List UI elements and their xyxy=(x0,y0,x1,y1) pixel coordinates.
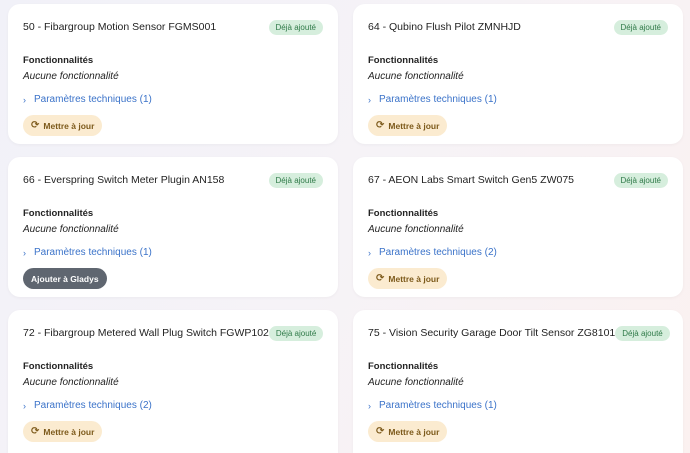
technical-params-label: Paramètres techniques (1) xyxy=(34,247,152,258)
chevron-right-icon: › xyxy=(368,94,371,105)
device-title: 75 - Vision Security Garage Door Tilt Se… xyxy=(368,327,616,339)
technical-params-label: Paramètres techniques (2) xyxy=(379,247,497,258)
add-to-gladys-button[interactable]: Ajouter à Gladys xyxy=(23,268,107,289)
refresh-icon: ⟳ xyxy=(31,119,40,131)
chevron-right-icon: › xyxy=(368,400,371,411)
status-badge: Déjà ajouté xyxy=(268,19,323,35)
chevron-right-icon: › xyxy=(23,400,26,411)
refresh-icon: ⟳ xyxy=(376,272,385,284)
features-label: Fonctionnalités xyxy=(368,208,439,219)
update-button[interactable]: ⟳ Mettre à jour xyxy=(368,268,448,289)
refresh-icon: ⟳ xyxy=(376,119,385,131)
technical-params-label: Paramètres techniques (1) xyxy=(34,94,152,105)
device-card: 72 - Fibargroup Metered Wall Plug Switch… xyxy=(8,310,338,453)
chevron-right-icon: › xyxy=(23,94,26,105)
technical-params-toggle[interactable]: › Paramètres techniques (2) xyxy=(368,247,668,258)
technical-params-label: Paramètres techniques (2) xyxy=(34,400,152,411)
technical-params-toggle[interactable]: › Paramètres techniques (1) xyxy=(368,400,668,411)
device-title: 66 - Everspring Switch Meter Plugin AN15… xyxy=(23,174,225,186)
features-label: Fonctionnalités xyxy=(23,208,94,219)
device-title: 67 - AEON Labs Smart Switch Gen5 ZW075 xyxy=(368,174,575,186)
technical-params-label: Paramètres techniques (1) xyxy=(379,94,497,105)
refresh-icon: ⟳ xyxy=(376,425,385,437)
status-badge: Déjà ajouté xyxy=(268,325,324,341)
status-badge: Déjà ajouté xyxy=(268,172,323,188)
update-button-label: Mettre à jour xyxy=(388,426,440,437)
technical-params-toggle[interactable]: › Paramètres techniques (1) xyxy=(23,94,323,105)
technical-params-label: Paramètres techniques (1) xyxy=(379,400,497,411)
chevron-right-icon: › xyxy=(23,247,26,258)
features-value: Aucune fonctionnalité xyxy=(23,377,119,388)
update-button[interactable]: ⟳ Mettre à jour xyxy=(368,115,448,136)
status-badge: Déjà ajouté xyxy=(613,19,668,35)
add-button-label: Ajouter à Gladys xyxy=(31,273,99,284)
features-label: Fonctionnalités xyxy=(23,361,94,372)
status-badge: Déjà ajouté xyxy=(615,325,670,341)
technical-params-toggle[interactable]: › Paramètres techniques (1) xyxy=(23,247,323,258)
features-label: Fonctionnalités xyxy=(23,55,94,66)
device-title: 50 - Fibargroup Motion Sensor FGMS001 xyxy=(23,21,217,33)
device-title: 64 - Qubino Flush Pilot ZMNHJD xyxy=(368,21,521,33)
features-value: Aucune fonctionnalité xyxy=(23,224,119,235)
technical-params-toggle[interactable]: › Paramètres techniques (2) xyxy=(23,400,323,411)
device-card: 75 - Vision Security Garage Door Tilt Se… xyxy=(353,310,683,453)
update-button-label: Mettre à jour xyxy=(43,120,95,131)
device-card: 67 - AEON Labs Smart Switch Gen5 ZW075 D… xyxy=(353,157,683,297)
device-card: 50 - Fibargroup Motion Sensor FGMS001 Dé… xyxy=(8,4,338,144)
update-button[interactable]: ⟳ Mettre à jour xyxy=(23,421,103,442)
features-label: Fonctionnalités xyxy=(368,55,439,66)
device-card: 64 - Qubino Flush Pilot ZMNHJD Déjà ajou… xyxy=(353,4,683,144)
device-title: 72 - Fibargroup Metered Wall Plug Switch… xyxy=(23,327,269,339)
refresh-icon: ⟳ xyxy=(31,425,40,437)
features-value: Aucune fonctionnalité xyxy=(368,377,464,388)
features-value: Aucune fonctionnalité xyxy=(23,71,119,82)
technical-params-toggle[interactable]: › Paramètres techniques (1) xyxy=(368,94,668,105)
features-label: Fonctionnalités xyxy=(368,361,439,372)
features-value: Aucune fonctionnalité xyxy=(368,71,464,82)
update-button[interactable]: ⟳ Mettre à jour xyxy=(368,421,448,442)
features-value: Aucune fonctionnalité xyxy=(368,224,464,235)
update-button[interactable]: ⟳ Mettre à jour xyxy=(23,115,103,136)
update-button-label: Mettre à jour xyxy=(388,273,440,284)
device-card: 66 - Everspring Switch Meter Plugin AN15… xyxy=(8,157,338,297)
status-badge: Déjà ajouté xyxy=(613,172,668,188)
update-button-label: Mettre à jour xyxy=(388,120,440,131)
update-button-label: Mettre à jour xyxy=(43,426,95,437)
chevron-right-icon: › xyxy=(368,247,371,258)
